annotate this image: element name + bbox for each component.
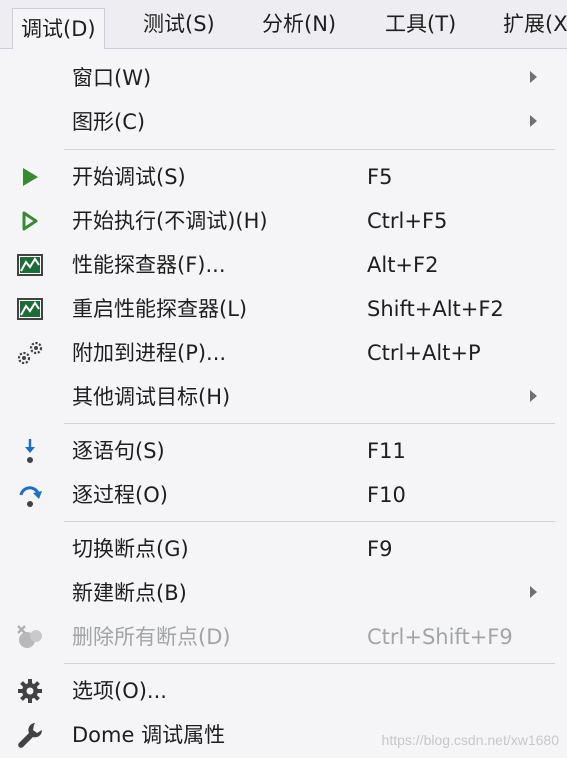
menu-item-shortcut: F10 <box>367 483 406 507</box>
wrench-icon <box>14 721 46 749</box>
menu-item-shortcut: Ctrl+Shift+F9 <box>367 625 513 649</box>
menu-separator <box>64 663 555 664</box>
watermark-text: https://blog.csdn.net/xw1680 <box>381 732 559 748</box>
step-into-icon <box>14 437 46 465</box>
menu-item-shortcut: Ctrl+F5 <box>367 209 448 233</box>
restart-profiler-icon <box>14 295 46 323</box>
play-outline-icon <box>14 207 46 235</box>
menu-item-label: 新建断点(B) <box>72 581 187 605</box>
menu-item-shortcut: Alt+F2 <box>367 253 439 277</box>
menu-separator <box>64 149 555 150</box>
menu-item-label: 选项(O)... <box>72 679 167 703</box>
submenu-arrow-icon <box>530 586 537 598</box>
menu-item-label: 开始调试(S) <box>72 165 186 189</box>
menu-item-label: 逐语句(S) <box>72 439 165 463</box>
menu-item-restart-profiler[interactable]: 重启性能探查器(L) Shift+Alt+F2 <box>0 287 567 331</box>
menu-item-label: 窗口(W) <box>72 66 152 90</box>
performance-profiler-icon <box>14 251 46 279</box>
menu-item-new-breakpoint[interactable]: 新建断点(B) <box>0 571 567 615</box>
menu-item-shortcut: F11 <box>367 439 406 463</box>
menu-separator <box>64 423 555 424</box>
menu-item-attach-to-process[interactable]: 附加到进程(P)... Ctrl+Alt+P <box>0 331 567 375</box>
menu-item-label: Dome 调试属性 <box>72 723 226 747</box>
menu-item-performance-profiler[interactable]: 性能探查器(F)... Alt+F2 <box>0 243 567 287</box>
submenu-arrow-icon <box>530 115 537 127</box>
menu-item-shortcut: Ctrl+Alt+P <box>367 341 481 365</box>
menu-item-shortcut: F5 <box>367 165 393 189</box>
menu-item-windows[interactable]: 窗口(W) <box>0 56 567 100</box>
menu-item-step-over[interactable]: 逐过程(O) F10 <box>0 473 567 517</box>
delete-breakpoints-icon <box>14 623 46 651</box>
menu-extensions[interactable]: 扩展(X) <box>503 0 567 48</box>
menu-item-label: 开始执行(不调试)(H) <box>72 209 268 233</box>
menu-item-options[interactable]: 选项(O)... <box>0 669 567 713</box>
menu-item-label: 其他调试目标(H) <box>72 385 231 409</box>
menu-item-label: 逐过程(O) <box>72 483 168 507</box>
menu-bar: 调试(D) 测试(S) 分析(N) 工具(T) 扩展(X) <box>0 0 567 49</box>
debug-dropdown-menu: 窗口(W) 图形(C) 开始调试(S) F5 开始执行(不调试)(H) Ctrl… <box>0 48 567 758</box>
menu-item-toggle-breakpoint[interactable]: 切换断点(G) F9 <box>0 527 567 571</box>
submenu-arrow-icon <box>530 71 537 83</box>
menu-item-step-into[interactable]: 逐语句(S) F11 <box>0 429 567 473</box>
menu-item-shortcut: Shift+Alt+F2 <box>367 297 504 321</box>
options-gear-icon <box>14 677 46 705</box>
step-over-icon <box>14 481 46 509</box>
play-solid-icon <box>14 163 46 191</box>
menu-debug[interactable]: 调试(D) <box>12 8 105 49</box>
menu-item-start-without-debugging[interactable]: 开始执行(不调试)(H) Ctrl+F5 <box>0 199 567 243</box>
menu-item-label: 附加到进程(P)... <box>72 341 227 365</box>
menu-item-start-debugging[interactable]: 开始调试(S) F5 <box>0 155 567 199</box>
menu-item-shortcut: F9 <box>367 537 393 561</box>
menu-tools[interactable]: 工具(T) <box>385 0 456 48</box>
menu-item-label: 删除所有断点(D) <box>72 625 231 649</box>
menu-item-label: 切换断点(G) <box>72 537 189 561</box>
menu-item-delete-all-breakpoints[interactable]: 删除所有断点(D) Ctrl+Shift+F9 <box>0 615 567 659</box>
menu-item-other-debug-targets[interactable]: 其他调试目标(H) <box>0 375 567 419</box>
menu-analyze[interactable]: 分析(N) <box>262 0 336 48</box>
menu-separator <box>64 521 555 522</box>
menu-item-label: 性能探查器(F)... <box>72 253 226 277</box>
menu-item-graphics[interactable]: 图形(C) <box>0 100 567 144</box>
menu-item-label: 图形(C) <box>72 110 146 134</box>
menu-test[interactable]: 测试(S) <box>143 0 215 48</box>
submenu-arrow-icon <box>530 390 537 402</box>
menu-item-label: 重启性能探查器(L) <box>72 297 248 321</box>
attach-process-gears-icon <box>14 339 46 367</box>
